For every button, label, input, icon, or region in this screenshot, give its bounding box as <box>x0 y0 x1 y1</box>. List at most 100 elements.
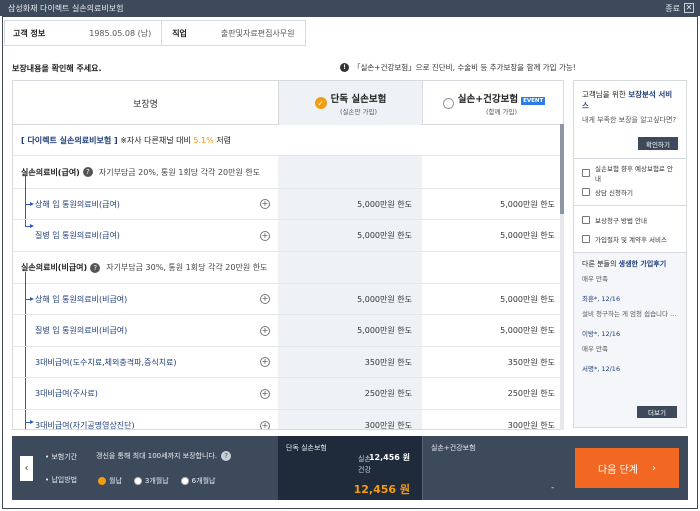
period-label: • 보험기간 <box>45 453 78 461</box>
review-title: 다른 분들의 생생한 가입후기 <box>582 260 667 268</box>
section-row: 실손의료비(비급여) ? 자기부담금 30%, 통원 1회당 각각 20만원 한… <box>13 252 563 284</box>
review-author: 최훈*, 12/16 <box>582 295 621 303</box>
check-button[interactable]: 확인하기 <box>638 137 678 150</box>
pay-label: • 납입방법 <box>45 476 78 484</box>
expand-icon[interactable]: + <box>260 230 270 241</box>
arrow-icon <box>25 297 34 301</box>
chevron-right-icon: › <box>651 462 656 474</box>
pay-option-monthly[interactable]: 월납 <box>98 476 122 486</box>
radio-icon <box>98 477 106 485</box>
claim-icon <box>582 215 590 224</box>
coverage-label: 3대비급여(도수치료,체외충격파,증식치료) <box>35 357 177 367</box>
radio-icon <box>133 477 142 485</box>
table-row: 3대비급여(도수치료,체외충격파,증식치료) + 350만원 한도 350만원 … <box>13 347 563 378</box>
table-row: 질병 입 통원의료비(비급여) + 5,000만원 한도 5,000만원 한도 <box>13 315 563 347</box>
summary-total: - <box>551 483 554 492</box>
customer-info-bar: 고객 정보 1985.05.08 (남) 직업 출판및자료편집사무원 <box>4 20 306 46</box>
expand-icon[interactable]: + <box>260 325 270 336</box>
coverage-column-header: 보장명 <box>133 99 158 110</box>
expand-icon[interactable]: + <box>260 420 270 429</box>
summary-label: 실손+건강보험 <box>431 444 476 452</box>
review-author: 서명*, 12/16 <box>582 365 621 373</box>
value-combo: 5,000만원 한도 <box>500 326 555 335</box>
analysis-title: 고객님을 위한 보장분석 서비스 <box>582 90 673 110</box>
coverage-label: 질병 입 통원의료비(비급여) <box>35 326 128 335</box>
summary-row-label: 건강 <box>358 466 371 474</box>
pay-option-6m[interactable]: 6개월납 <box>180 476 215 486</box>
help-icon[interactable]: ? <box>221 451 232 461</box>
plan-sub: (실손만 가입) <box>339 107 378 116</box>
job-label: 직업 <box>172 28 187 38</box>
help-icon[interactable]: ? <box>82 167 93 177</box>
plan-name: 실손+건강보험 EVENT <box>457 93 546 105</box>
summary-label: 단독 실손보험 <box>286 444 327 452</box>
edit-icon <box>582 187 590 196</box>
summary-combo: 실손+건강보험 - <box>422 436 566 500</box>
close-button[interactable]: 종료 ✕ <box>665 3 694 14</box>
expand-icon[interactable]: + <box>260 388 270 399</box>
value-single: 5,000만원 한도 <box>357 199 412 209</box>
divider <box>161 20 163 46</box>
scrollbar-thumb[interactable] <box>560 124 564 214</box>
side-menu-2: 보상청구 방법 안내 가입절차 및 계약후 서비스 <box>574 206 686 253</box>
info-note-text: 「실손+건강보험」으로 진단비, 수술비 등 추가보장을 함께 가입 가능! <box>353 63 576 72</box>
more-reviews-button[interactable]: 더보기 <box>637 406 677 418</box>
review-section: 다른 분들의 생생한 가입후기 매우 만족 최훈*, 12/16 설비 청구하는… <box>574 253 686 379</box>
direct-note-row: [ 다이렉트 실손의료비보험 ] ※자사 다른채널 대비 5.1% 저렴 <box>13 126 563 156</box>
table-header: 보장명 ✓ 단독 실손보험 (실손만 가입) 실손+건강보험 EVENT (함께 … <box>13 81 563 125</box>
value-combo: 300만원 한도 <box>507 421 555 430</box>
window-title: 삼성화재 다이렉트 실손의료비보험 <box>8 3 124 13</box>
next-step-button[interactable]: 다음 단계 › <box>575 448 679 488</box>
pay-option-3m[interactable]: 3개월납 <box>133 476 169 486</box>
table-row: 질병 입 통원의료비(급여) + 5,000만원 한도 5,000만원 한도 <box>13 220 563 252</box>
info-icon: ! <box>340 63 349 72</box>
coverage-label: 3대비급여(주사료) <box>35 389 98 398</box>
customer-label: 고객 정보 <box>13 28 46 38</box>
value-single: 350만원 한도 <box>364 357 412 367</box>
prev-arrow-icon[interactable]: ‹ <box>20 456 33 481</box>
menu-item-consult[interactable]: 상담 신청하기 <box>582 182 678 201</box>
value-single: 250만원 한도 <box>364 389 412 398</box>
document-icon <box>582 168 590 177</box>
period-text: 갱신을 통해 최대 100세까지 보장합니다. ? <box>96 451 232 461</box>
side-menu: 실손보험 향후 예상보험료 안내 상담 신청하기 <box>574 159 686 206</box>
value-combo: 250만원 한도 <box>507 389 555 398</box>
plan-option-single[interactable]: ✓ 단독 실손보험 (실손만 가입) <box>278 81 422 125</box>
value-single: 5,000만원 한도 <box>357 326 412 335</box>
radio-icon <box>442 97 454 109</box>
table-row: 상해 입 통원의료비(급여) + 5,000만원 한도 5,000만원 한도 <box>13 189 563 220</box>
menu-item-claim[interactable]: 보상청구 방법 안내 <box>582 210 678 229</box>
expand-icon[interactable]: + <box>260 199 270 209</box>
direct-note: [ 다이렉트 실손의료비보험 ] ※자사 다른채널 대비 5.1% 저렴 <box>21 136 232 145</box>
value-single: 5,000만원 한도 <box>357 294 412 304</box>
value-combo: 5,000만원 한도 <box>500 231 555 240</box>
menu-item-premium[interactable]: 실손보험 향후 예상보험료 안내 <box>582 163 678 183</box>
plan-sub: (함께 가입) <box>485 107 518 116</box>
expand-icon[interactable]: + <box>260 294 270 304</box>
table-scrollbar[interactable] <box>560 124 564 430</box>
section-title: 실손의료비(급여) ? 자기부담금 20%, 통원 1회당 각각 20만원 한도 <box>21 167 261 177</box>
chat-icon <box>582 234 590 243</box>
customer-birth: 1985.05.08 (남) <box>89 28 152 38</box>
close-icon: ✕ <box>684 3 694 13</box>
value-combo: 5,000만원 한도 <box>500 199 555 209</box>
menu-item-process[interactable]: 가입절차 및 계약후 서비스 <box>582 229 678 248</box>
coverage-table: 보장명 ✓ 단독 실손보험 (실손만 가입) 실손+건강보험 EVENT (함께 … <box>12 80 564 430</box>
table-row: 3대비급여(주사료) + 250만원 한도 250만원 한도 <box>13 378 563 410</box>
info-note: ! 「실손+건강보험」으로 진단비, 수술비 등 추가보장을 함께 가입 가능! <box>340 62 576 73</box>
analysis-subtitle: 내게 부족한 보장을 알고싶다면? <box>582 116 677 124</box>
summary-total: 12,456 원 <box>353 483 410 496</box>
plan-option-combo[interactable]: 실손+건강보험 EVENT (함께 가입) <box>422 81 563 125</box>
table-row: 상해 입 통원의료비(비급여) + 5,000만원 한도 5,000만원 한도 <box>13 284 563 315</box>
review-text: 매우 만족 <box>582 345 608 353</box>
value-single: 5,000만원 한도 <box>357 231 412 240</box>
radio-icon <box>180 477 189 485</box>
expand-icon[interactable]: + <box>260 357 270 367</box>
summary-row-value: 12,456 원 <box>368 453 410 462</box>
check-icon: ✓ <box>314 97 327 109</box>
value-single: 300만원 한도 <box>364 421 412 430</box>
arrow-icon <box>25 202 34 206</box>
help-icon[interactable]: ? <box>90 262 101 273</box>
plan-name: 단독 실손보험 <box>330 93 387 105</box>
table-row: 3대비급여(자기공명영상진단) + 300만원 한도 300만원 한도 <box>13 410 563 430</box>
